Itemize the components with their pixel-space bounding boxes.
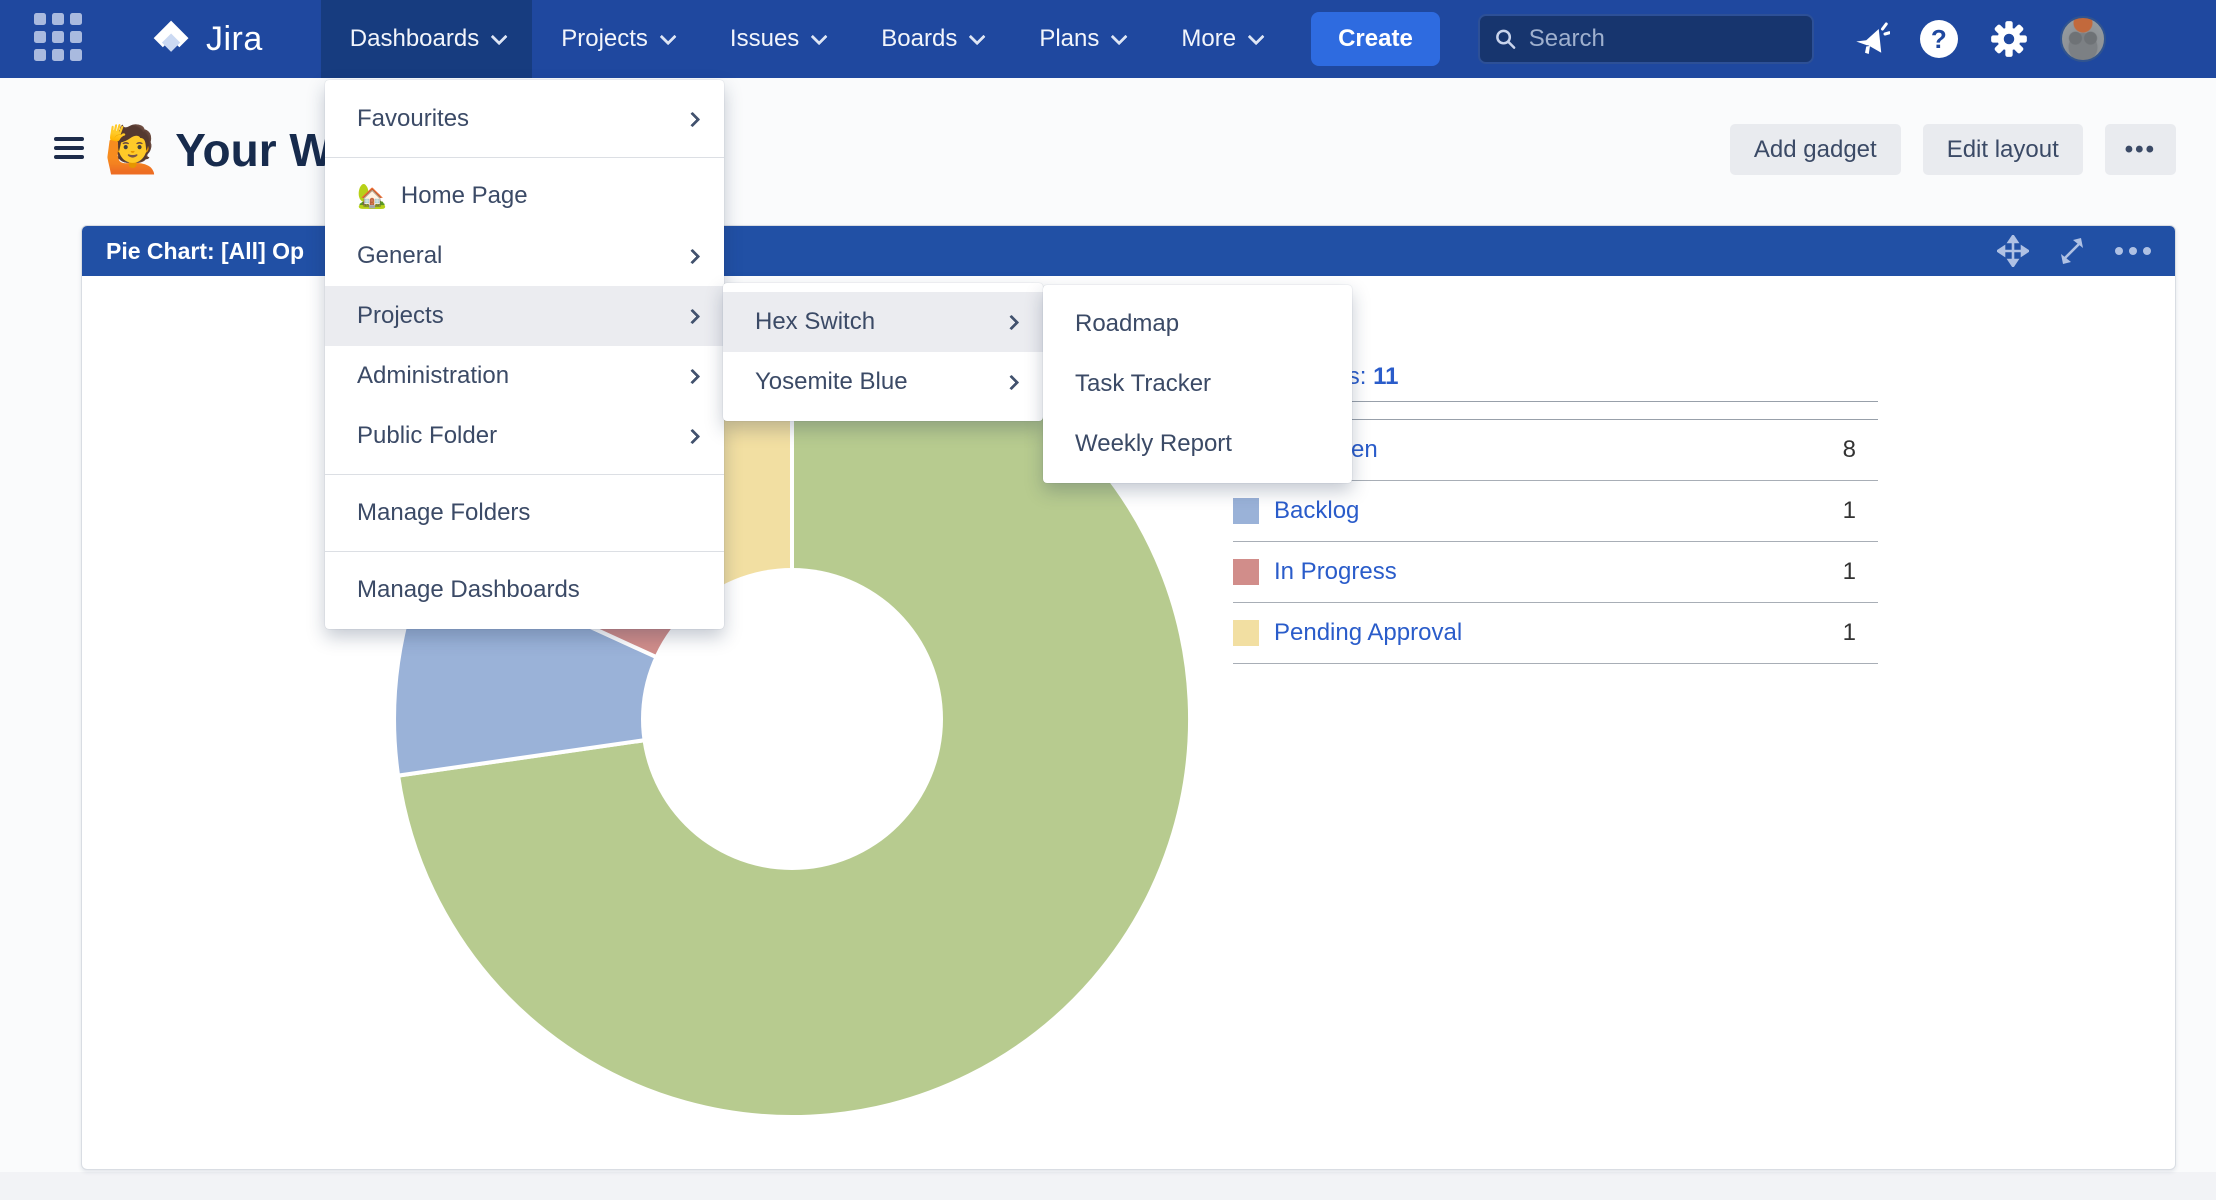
legend-count: 1: [1843, 558, 1856, 586]
expand-icon[interactable]: [2057, 236, 2087, 266]
menu-item-manage-folders[interactable]: Manage Folders: [325, 483, 724, 543]
menu-item-home-page[interactable]: 🏡 Home Page: [325, 166, 724, 226]
legend-swatch: [1233, 620, 1259, 646]
chevron-down-icon: [969, 28, 986, 45]
move-icon[interactable]: [1997, 235, 2029, 267]
user-avatar[interactable]: [2060, 16, 2106, 62]
nav-item-label: Dashboards: [350, 25, 479, 53]
chevron-right-icon: [685, 308, 701, 324]
menu-item-weekly-report[interactable]: Weekly Report: [1043, 414, 1352, 474]
menu-item-label: Home Page: [401, 182, 528, 210]
dashboard-more-button[interactable]: •••: [2105, 124, 2176, 175]
legend-row: Backlog1: [1233, 481, 1878, 542]
add-gadget-button[interactable]: Add gadget: [1730, 124, 1901, 175]
menu-item-label: Roadmap: [1075, 310, 1179, 338]
nav-item-plans[interactable]: Plans: [1010, 0, 1152, 78]
nav-item-label: Projects: [561, 25, 648, 53]
legend-label-link[interactable]: In Progress: [1274, 558, 1843, 586]
menu-item-label: Yosemite Blue: [755, 368, 908, 396]
menu-item-label: Manage Dashboards: [357, 576, 580, 604]
app-switcher-icon[interactable]: [34, 13, 86, 65]
dashboard-actions: Add gadget Edit layout •••: [1730, 124, 2176, 175]
chevron-right-icon: [1004, 374, 1020, 390]
search-input[interactable]: [1529, 25, 1798, 53]
create-button[interactable]: Create: [1311, 12, 1440, 66]
nav-item-projects[interactable]: Projects: [532, 0, 701, 78]
legend-label-link[interactable]: Pending Approval: [1274, 619, 1843, 647]
jira-logo-text: Jira: [206, 20, 263, 59]
legend-count: 1: [1843, 619, 1856, 647]
navbar-right-icons: ?: [1850, 0, 2106, 78]
menu-item-yosemite-blue[interactable]: Yosemite Blue: [723, 352, 1043, 412]
legend-label-link[interactable]: Backlog: [1274, 497, 1843, 525]
nav-item-issues[interactable]: Issues: [701, 0, 852, 78]
menu-item-roadmap[interactable]: Roadmap: [1043, 294, 1352, 354]
page-title: 🙋 Your Wo: [104, 122, 360, 177]
chevron-right-icon: [685, 248, 701, 264]
sidebar-toggle-icon[interactable]: [54, 137, 84, 164]
menu-item-label: Manage Folders: [357, 499, 530, 527]
projects-submenu: Hex Switch Yosemite Blue: [723, 283, 1043, 421]
menu-separator: [325, 157, 724, 158]
menu-separator: [325, 474, 724, 475]
home-icon: 🏡: [357, 182, 387, 211]
legend-row: In Progress1: [1233, 542, 1878, 603]
gadget-more-icon[interactable]: [2115, 247, 2151, 255]
nav-item-label: Issues: [730, 25, 799, 53]
nav-menu: Dashboards Projects Issues Boards Plans More: [321, 0, 1289, 78]
menu-item-label: Administration: [357, 362, 509, 390]
menu-item-projects[interactable]: Projects: [325, 286, 724, 346]
menu-item-hex-switch[interactable]: Hex Switch: [723, 292, 1043, 352]
menu-item-administration[interactable]: Administration: [325, 346, 724, 406]
menu-item-label: General: [357, 242, 442, 270]
menu-item-label: Weekly Report: [1075, 430, 1232, 458]
menu-item-public-folder[interactable]: Public Folder: [325, 406, 724, 466]
nav-item-label: Boards: [881, 25, 957, 53]
settings-gear-icon[interactable]: [1988, 18, 2030, 60]
legend-label-link[interactable]: Open: [1274, 436, 1843, 464]
chevron-right-icon: [685, 428, 701, 444]
menu-item-label: Hex Switch: [755, 308, 875, 336]
chevron-right-icon: [685, 111, 701, 127]
menu-item-general[interactable]: General: [325, 226, 724, 286]
nav-item-more[interactable]: More: [1152, 0, 1289, 78]
menu-item-label: Public Folder: [357, 422, 497, 450]
jira-logo[interactable]: Jira: [150, 0, 263, 78]
menu-item-task-tracker[interactable]: Task Tracker: [1043, 354, 1352, 414]
legend-swatch: [1233, 498, 1259, 524]
menu-item-manage-dashboards[interactable]: Manage Dashboards: [325, 560, 724, 620]
nav-item-label: Plans: [1039, 25, 1099, 53]
menu-item-label: Favourites: [357, 105, 469, 133]
nav-item-dashboards[interactable]: Dashboards: [321, 0, 532, 78]
chevron-down-icon: [1248, 28, 1265, 45]
hex-switch-submenu: Roadmap Task Tracker Weekly Report: [1043, 285, 1352, 483]
legend-count: 1: [1843, 497, 1856, 525]
legend-swatch: [1233, 559, 1259, 585]
chevron-down-icon: [1111, 28, 1128, 45]
legend-count: 8: [1843, 436, 1856, 464]
menu-item-label: Projects: [357, 302, 444, 330]
menu-item-label: Task Tracker: [1075, 370, 1211, 398]
page-background: [0, 1172, 2216, 1200]
legend-row: Pending Approval1: [1233, 603, 1878, 664]
chevron-right-icon: [685, 368, 701, 384]
chevron-right-icon: [1004, 314, 1020, 330]
chevron-down-icon: [491, 28, 508, 45]
search-icon: [1494, 26, 1517, 52]
chevron-down-icon: [660, 28, 677, 45]
nav-item-boards[interactable]: Boards: [852, 0, 1010, 78]
menu-item-favourites[interactable]: Favourites: [325, 89, 724, 149]
nav-item-label: More: [1181, 25, 1236, 53]
top-navbar: Jira Dashboards Projects Issues Boards Plans…: [0, 0, 2216, 78]
edit-layout-button[interactable]: Edit layout: [1923, 124, 2083, 175]
chevron-down-icon: [811, 28, 828, 45]
jira-logo-icon: [150, 17, 194, 61]
search-box[interactable]: [1478, 14, 1814, 64]
menu-separator: [325, 551, 724, 552]
announcements-megaphone-icon[interactable]: [1850, 19, 1890, 59]
dashboards-dropdown-menu: Favourites 🏡 Home Page General Projects Admin…: [325, 80, 724, 629]
help-icon[interactable]: ?: [1920, 20, 1958, 58]
page-title-emoji: 🙋: [104, 122, 161, 177]
